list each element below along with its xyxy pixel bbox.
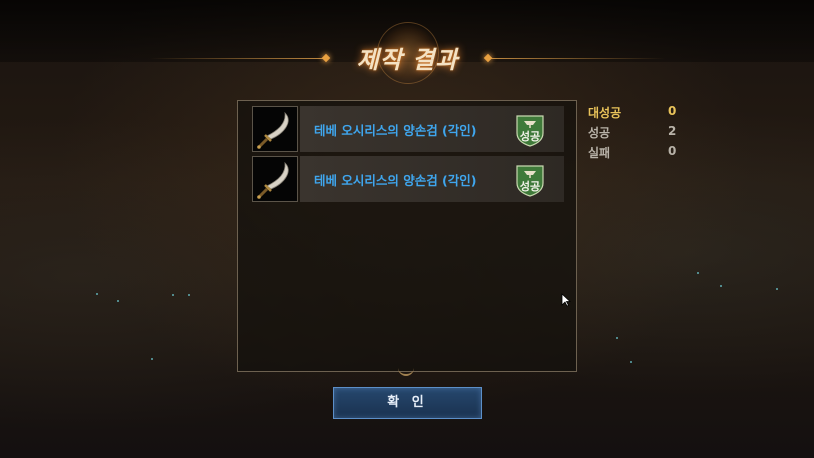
stat-failure: 실패 0 — [588, 144, 688, 164]
result-row: 테베 오시리스의 양손검 (각인) 성공 — [252, 156, 564, 202]
ambient-spark — [630, 361, 632, 363]
ambient-spark — [720, 285, 722, 287]
stat-value: 0 — [668, 104, 677, 118]
title-divider-left — [150, 58, 325, 59]
item-thumbnail[interactable] — [252, 156, 298, 202]
mouse-cursor-icon — [561, 293, 571, 307]
stat-value: 0 — [668, 144, 677, 158]
sword-icon — [257, 111, 289, 149]
confirm-button[interactable]: 확 인 — [333, 387, 482, 419]
stat-label: 대성공 — [588, 106, 622, 120]
stat-label: 성공 — [588, 126, 611, 140]
item-thumbnail[interactable] — [252, 106, 298, 152]
ambient-spark — [776, 288, 778, 290]
success-badge: 성공 — [514, 163, 546, 197]
stat-great-success: 대성공 0 — [588, 104, 688, 124]
ambient-spark — [188, 294, 190, 296]
dialog-title: 제작 결과 — [356, 46, 459, 74]
item-name: 테베 오시리스의 양손검 (각인) — [314, 123, 477, 138]
stat-success: 성공 2 — [588, 124, 688, 144]
item-name: 테베 오시리스의 양손검 (각인) — [314, 173, 477, 188]
ambient-spark — [117, 300, 119, 302]
stat-label: 실패 — [588, 146, 611, 160]
success-label: 성공 — [519, 180, 541, 193]
ambient-spark — [616, 337, 618, 339]
title-divider-right — [490, 58, 665, 59]
panel-notch-ornament — [398, 366, 414, 376]
result-row: 테베 오시리스의 양손검 (각인) 성공 — [252, 106, 564, 152]
stat-value: 2 — [668, 124, 677, 138]
ambient-spark — [151, 358, 153, 360]
result-stats: 대성공 0 성공 2 실패 0 — [588, 104, 688, 164]
ambient-spark — [172, 294, 174, 296]
ambient-spark — [697, 272, 699, 274]
success-badge: 성공 — [514, 113, 546, 147]
ambient-spark — [96, 293, 98, 295]
success-label: 성공 — [519, 130, 541, 143]
sword-icon — [257, 161, 289, 199]
